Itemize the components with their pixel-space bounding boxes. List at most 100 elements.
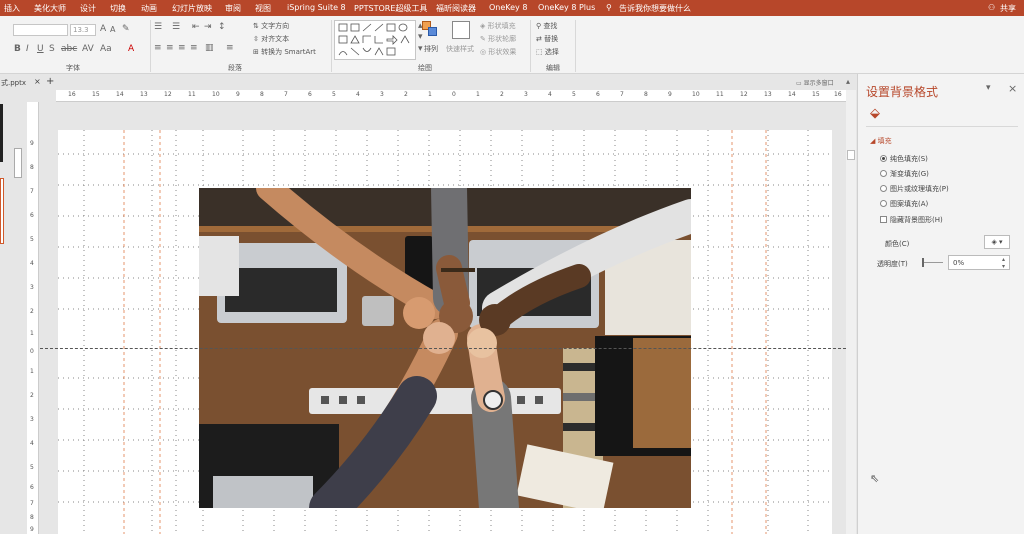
hide-bg-checkbox[interactable] xyxy=(880,216,887,223)
close-icon[interactable]: × xyxy=(1008,82,1017,95)
smartart-button[interactable]: ⊞ 转换为 SmartArt xyxy=(253,47,316,57)
shapes-gallery[interactable] xyxy=(334,20,416,60)
strike-icon[interactable]: abc xyxy=(61,44,77,54)
quick-styles-icon[interactable] xyxy=(452,21,470,39)
ruler-tick: 10 xyxy=(212,91,220,98)
fill-bucket-icon[interactable]: ⬙ xyxy=(870,106,880,121)
share-button[interactable]: 共享 xyxy=(1000,3,1016,14)
find-button[interactable]: ⚲ 查找 xyxy=(536,21,557,31)
tab-onekey8[interactable]: OneKey 8 xyxy=(489,3,527,12)
tab-insert[interactable]: 插入 xyxy=(4,3,20,14)
transparency-slider-thumb[interactable] xyxy=(922,258,924,267)
slide-canvas[interactable] xyxy=(58,130,832,534)
shape-fill-button[interactable]: ◈ 形状填充 xyxy=(480,21,516,31)
arrange-label[interactable]: 排列 xyxy=(424,44,438,54)
font-size-box[interactable]: 13.3 xyxy=(70,24,96,36)
new-tab-icon[interactable]: + xyxy=(46,76,54,87)
pane-options-icon[interactable]: ▾ xyxy=(986,83,991,93)
ruler-tick: 9 xyxy=(30,526,34,533)
gradient-fill-option[interactable]: 渐变填充(G) xyxy=(880,169,929,179)
ruler-tick: 1 xyxy=(476,91,480,98)
tab-review[interactable]: 审阅 xyxy=(225,3,241,14)
hide-bg-graphics-option[interactable]: 隐藏背景图形(H) xyxy=(880,215,943,225)
tab-animations[interactable]: 动画 xyxy=(141,3,157,14)
numbering-icon[interactable]: ☰ xyxy=(172,22,180,32)
transparency-input[interactable]: 0% xyxy=(948,255,1010,270)
tab-design[interactable]: 设计 xyxy=(80,3,96,14)
ruler-tick: 5 xyxy=(572,91,576,98)
font-name-box[interactable] xyxy=(13,24,68,36)
line-spacing-2-icon[interactable]: ≡ xyxy=(226,43,234,53)
align-right-icon[interactable]: ≡ xyxy=(178,43,186,53)
italic-icon[interactable]: I xyxy=(26,44,29,54)
tab-meihua[interactable]: 美化大师 xyxy=(34,3,66,14)
close-tab-icon[interactable]: × xyxy=(34,77,41,86)
color-picker-button[interactable]: ◈ ▾ xyxy=(984,235,1010,249)
document-tab[interactable]: 式.pptx xyxy=(1,78,26,88)
font-color-icon[interactable]: A xyxy=(128,44,134,54)
transparency-slider[interactable] xyxy=(923,262,943,263)
bullets-icon[interactable]: ☰ xyxy=(154,22,162,32)
radio-unchecked[interactable] xyxy=(880,200,887,207)
ruler-tick: 1 xyxy=(428,91,432,98)
replace-label: 替换 xyxy=(544,35,559,43)
tab-foxit[interactable]: 福昕阅读器 xyxy=(436,3,476,14)
thumbnail-scrollbar[interactable] xyxy=(14,148,22,178)
shape-effects-button[interactable]: ◎ 形状效果 xyxy=(480,47,516,57)
tab-view[interactable]: 视图 xyxy=(255,3,271,14)
arrange-icon[interactable] xyxy=(422,21,438,39)
tell-me-search[interactable]: 告诉我你想要做什么 xyxy=(619,3,691,14)
tab-transitions[interactable]: 切换 xyxy=(110,3,126,14)
align-text-button[interactable]: ⇳ 对齐文本 xyxy=(253,34,289,44)
scroll-thumb[interactable] xyxy=(847,150,855,160)
quick-styles-label[interactable]: 快速样式 xyxy=(446,44,474,54)
tab-slideshow[interactable]: 幻灯片放映 xyxy=(172,3,212,14)
clear-format-icon[interactable]: ✎ xyxy=(122,24,130,34)
align-center-icon[interactable]: ≡ xyxy=(166,43,174,53)
group-label-paragraph: 段落 xyxy=(228,64,242,72)
shape-outline-label: 形状轮廓 xyxy=(488,35,517,43)
grow-font-icon[interactable]: A xyxy=(100,24,106,34)
radio-checked[interactable] xyxy=(880,155,887,162)
justify-icon[interactable]: ≡ xyxy=(190,43,198,53)
indent-icon[interactable]: ⇥ xyxy=(204,22,212,32)
spin-down-icon[interactable]: ▾ xyxy=(1002,263,1005,270)
solid-fill-option[interactable]: 纯色填充(S) xyxy=(880,154,928,164)
radio-unchecked[interactable] xyxy=(880,170,887,177)
fill-section-header[interactable]: ◢ 填充 xyxy=(870,136,892,146)
spin-up-icon[interactable]: ▴ xyxy=(1002,256,1005,263)
ruler-tick: 0 xyxy=(30,348,34,355)
case-icon[interactable]: Aa xyxy=(100,44,112,54)
collapse-icon[interactable]: ▴ xyxy=(846,77,850,86)
tab-onekey8plus[interactable]: OneKey 8 Plus xyxy=(538,3,595,12)
bold-icon[interactable]: B xyxy=(14,44,21,54)
select-button[interactable]: ⬚ 选择 xyxy=(536,47,559,57)
ruler-tick: 4 xyxy=(356,91,360,98)
picture-fill-option[interactable]: 图片或纹理填充(P) xyxy=(880,184,949,194)
vertical-scrollbar[interactable] xyxy=(846,90,856,534)
thumbnail-current[interactable] xyxy=(0,178,4,244)
search-icon[interactable]: ⚲ xyxy=(606,3,612,12)
ruler-tick: 3 xyxy=(30,284,34,291)
align-left-icon[interactable]: ≡ xyxy=(154,43,162,53)
tab-pptstore[interactable]: PPTSTORE超级工具 xyxy=(354,3,427,14)
multi-window-button[interactable]: ▭ 显示多窗口 xyxy=(796,78,834,87)
outdent-icon[interactable]: ⇤ xyxy=(192,22,200,32)
char-spacing-icon[interactable]: AV xyxy=(82,44,94,54)
tab-ispring[interactable]: iSpring Suite 8 xyxy=(287,3,346,12)
radio-unchecked[interactable] xyxy=(880,185,887,192)
gallery-more-icon[interactable]: ▾ xyxy=(418,44,423,54)
pattern-fill-option[interactable]: 图案填充(A) xyxy=(880,199,928,209)
columns-icon[interactable]: ▥ xyxy=(205,43,214,53)
shadow-icon[interactable]: S xyxy=(49,44,55,54)
ruler-tick: 14 xyxy=(116,91,124,98)
shape-outline-button[interactable]: ✎ 形状轮廓 xyxy=(480,34,516,44)
text-direction-button[interactable]: ⇅ 文字方向 xyxy=(253,21,289,31)
shrink-font-icon[interactable]: A xyxy=(110,25,115,34)
underline-icon[interactable]: U xyxy=(37,44,44,54)
ruler-tick: 9 xyxy=(668,91,672,98)
replace-button[interactable]: ⇄ 替换 xyxy=(536,34,558,44)
ruler-tick: 10 xyxy=(692,91,700,98)
line-spacing-icon[interactable]: ↕ xyxy=(218,22,226,32)
thumbnail-prev[interactable] xyxy=(0,104,3,162)
